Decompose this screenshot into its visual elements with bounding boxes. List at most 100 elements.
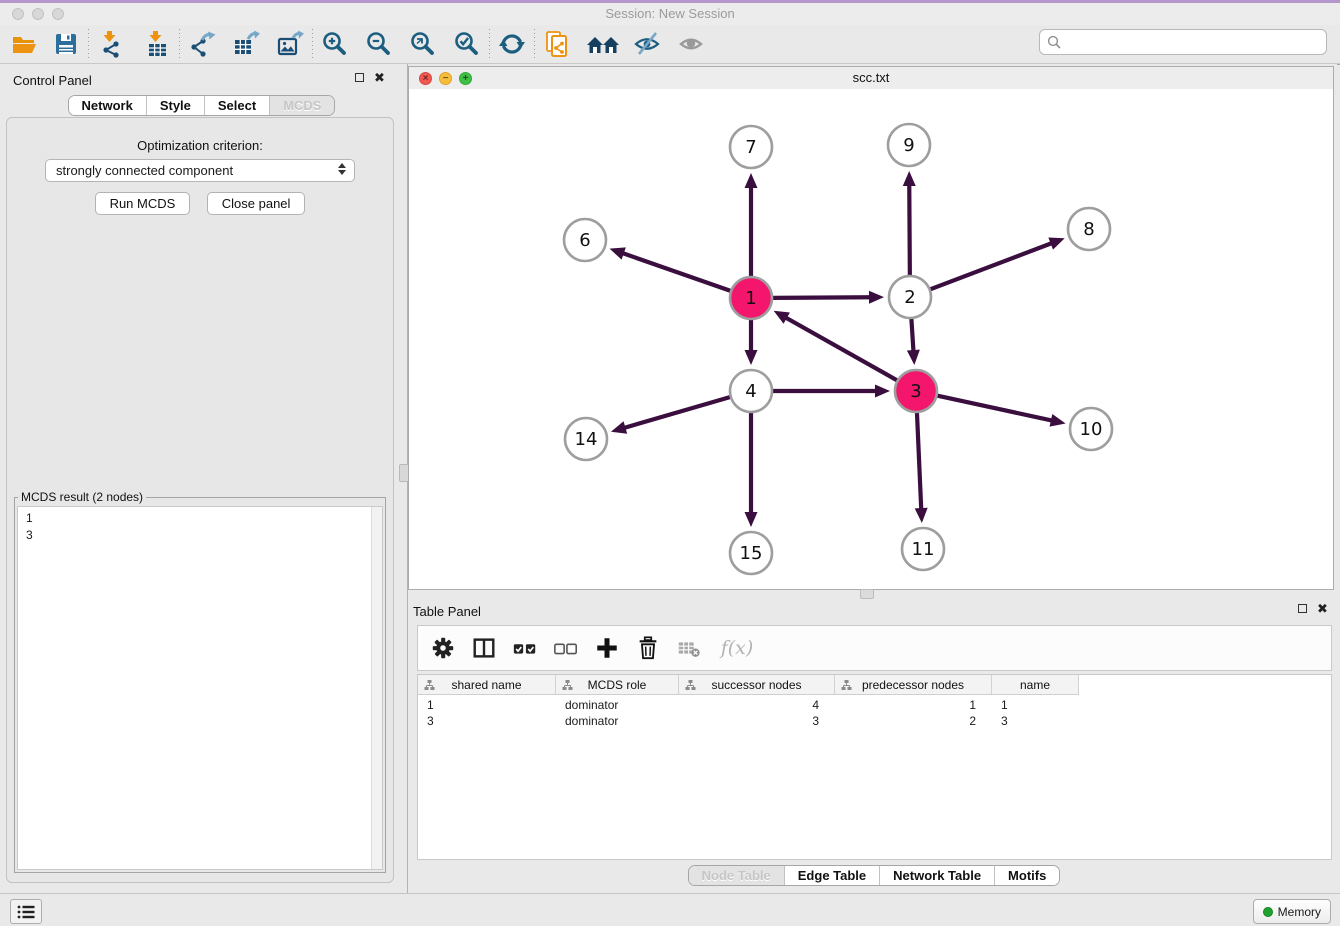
control-panel-close-button[interactable]: ✖ <box>374 73 385 83</box>
delete-table-icon <box>676 635 702 661</box>
table-row[interactable]: 1dominator411 <box>418 697 1331 713</box>
show-all-button[interactable] <box>677 30 705 58</box>
home-view-button[interactable] <box>585 30 623 58</box>
node-table: shared name MCDS rolesuccessor nodes prede… <box>417 674 1332 860</box>
tab-network[interactable]: Network <box>69 96 146 115</box>
graph-edge-arrowhead <box>610 247 626 259</box>
zoom-in-button[interactable] <box>321 30 349 58</box>
tab-network-table[interactable]: Network Table <box>879 866 994 885</box>
control-panel-float-button[interactable] <box>355 73 364 82</box>
tab-mcds[interactable]: MCDS <box>269 96 334 115</box>
export-table-button[interactable] <box>232 30 260 58</box>
column-header-name[interactable]: name <box>992 675 1079 695</box>
import-table-icon <box>143 30 171 58</box>
tab-edge-table[interactable]: Edge Table <box>784 866 879 885</box>
add-column-button[interactable] <box>594 635 620 661</box>
eye-icon <box>677 30 705 58</box>
tab-node-table[interactable]: Node Table <box>689 866 784 885</box>
deselect-all-columns-button[interactable] <box>553 635 579 661</box>
table-cell: 3 <box>679 714 835 728</box>
refresh-layout-button[interactable] <box>498 30 526 58</box>
zoom-in-icon <box>321 30 349 58</box>
column-layout-button[interactable] <box>471 635 497 661</box>
clone-network-button[interactable] <box>543 30 571 58</box>
graph-edge-3-11[interactable] <box>917 413 921 511</box>
graph-edge-arrowhead <box>903 171 916 186</box>
zoom-fit-button[interactable] <box>409 30 437 58</box>
control-panel-tabs: NetworkStyleSelectMCDS <box>0 95 403 116</box>
column-type-icon <box>841 680 852 691</box>
graph-edge-2-3[interactable] <box>911 319 913 353</box>
mcds-result-item: 3 <box>26 527 370 544</box>
import-table-button[interactable] <box>143 30 171 58</box>
column-header-label: shared name <box>451 678 521 692</box>
delete-column-button[interactable] <box>635 635 661 661</box>
delete-table-button[interactable] <box>676 635 702 661</box>
column-header-predecessor-nodes[interactable]: predecessor nodes <box>835 675 992 695</box>
graph-edge-1-2[interactable] <box>773 297 872 298</box>
column-header-successor-nodes[interactable]: successor nodes <box>679 675 835 695</box>
import-network-button[interactable] <box>97 30 125 58</box>
network-canvas[interactable]: 7968124314101511 <box>409 89 1333 589</box>
graph-edge-3-1[interactable] <box>784 317 897 381</box>
graph-edge-1-6[interactable] <box>621 253 730 291</box>
select-all-columns-button[interactable] <box>512 635 538 661</box>
table-toolbar: f(x) <box>417 625 1332 671</box>
tab-motifs[interactable]: Motifs <box>994 866 1059 885</box>
export-network-button[interactable] <box>188 30 216 58</box>
memory-button[interactable]: Memory <box>1253 899 1331 924</box>
table-panel-float-button[interactable] <box>1298 604 1307 613</box>
graph-edge-arrowhead <box>745 512 758 527</box>
table-cell: 1 <box>835 698 992 712</box>
hide-selected-button[interactable] <box>633 30 661 58</box>
table-cell: 2 <box>835 714 992 728</box>
save-icon <box>52 30 80 58</box>
graph-edge-arrowhead <box>611 421 627 433</box>
zoom-out-button[interactable] <box>365 30 393 58</box>
open-session-button[interactable] <box>10 30 38 58</box>
close-panel-button[interactable]: Close panel <box>207 192 306 215</box>
plus-icon <box>594 635 620 661</box>
dropdown-value: strongly connected component <box>56 163 233 178</box>
graph-node-label: 3 <box>910 381 921 402</box>
tab-style[interactable]: Style <box>146 96 204 115</box>
graph-edge-4-14[interactable] <box>622 397 729 428</box>
table-panel-close-button[interactable]: ✖ <box>1317 604 1328 614</box>
graph-edge-arrowhead <box>869 291 884 304</box>
column-type-icon <box>424 680 435 691</box>
task-history-button[interactable] <box>10 899 42 924</box>
home-icon <box>585 30 623 58</box>
mcds-result-scrollbar[interactable] <box>371 507 382 869</box>
zoom-out-icon <box>365 30 393 58</box>
graph-edge-arrowhead <box>915 508 928 523</box>
function-builder-button[interactable]: f(x) <box>717 635 757 661</box>
graph-node-label: 1 <box>745 288 756 309</box>
search-input[interactable] <box>1066 31 1326 53</box>
graph-edge-2-9[interactable] <box>909 183 910 275</box>
network-view-titlebar: × − + scc.txt <box>409 67 1333 90</box>
network-graph: 7968124314101511 <box>409 89 1333 589</box>
import-network-icon <box>97 30 125 58</box>
save-session-button[interactable] <box>52 30 80 58</box>
column-header-MCDS-role[interactable]: MCDS role <box>556 675 679 695</box>
refresh-icon <box>498 30 526 58</box>
run-mcds-button[interactable]: Run MCDS <box>95 192 191 215</box>
export-image-button[interactable] <box>276 30 304 58</box>
network-view-window: × − + scc.txt 7968124314101511 <box>408 66 1334 590</box>
table-body: 1dominator4113dominator323 <box>418 697 1331 729</box>
graph-edge-2-8[interactable] <box>931 242 1054 289</box>
column-header-shared-name[interactable]: shared name <box>418 675 556 695</box>
tab-select[interactable]: Select <box>204 96 269 115</box>
memory-label: Memory <box>1278 905 1321 919</box>
optimization-criterion-label: Optimization criterion: <box>7 138 393 153</box>
graph-node-label: 10 <box>1080 419 1103 440</box>
table-settings-button[interactable] <box>430 635 456 661</box>
table-panel-tabs: Node TableEdge TableNetwork TableMotifs <box>408 865 1340 886</box>
table-row[interactable]: 3dominator323 <box>418 713 1331 729</box>
graph-edge-3-10[interactable] <box>937 396 1053 421</box>
column-header-label: predecessor nodes <box>862 678 964 692</box>
optimization-criterion-dropdown[interactable]: strongly connected component <box>45 159 355 182</box>
mcds-result-list[interactable]: 13 <box>18 507 370 869</box>
zoom-selected-button[interactable] <box>453 30 481 58</box>
graph-node-label: 7 <box>745 137 756 158</box>
